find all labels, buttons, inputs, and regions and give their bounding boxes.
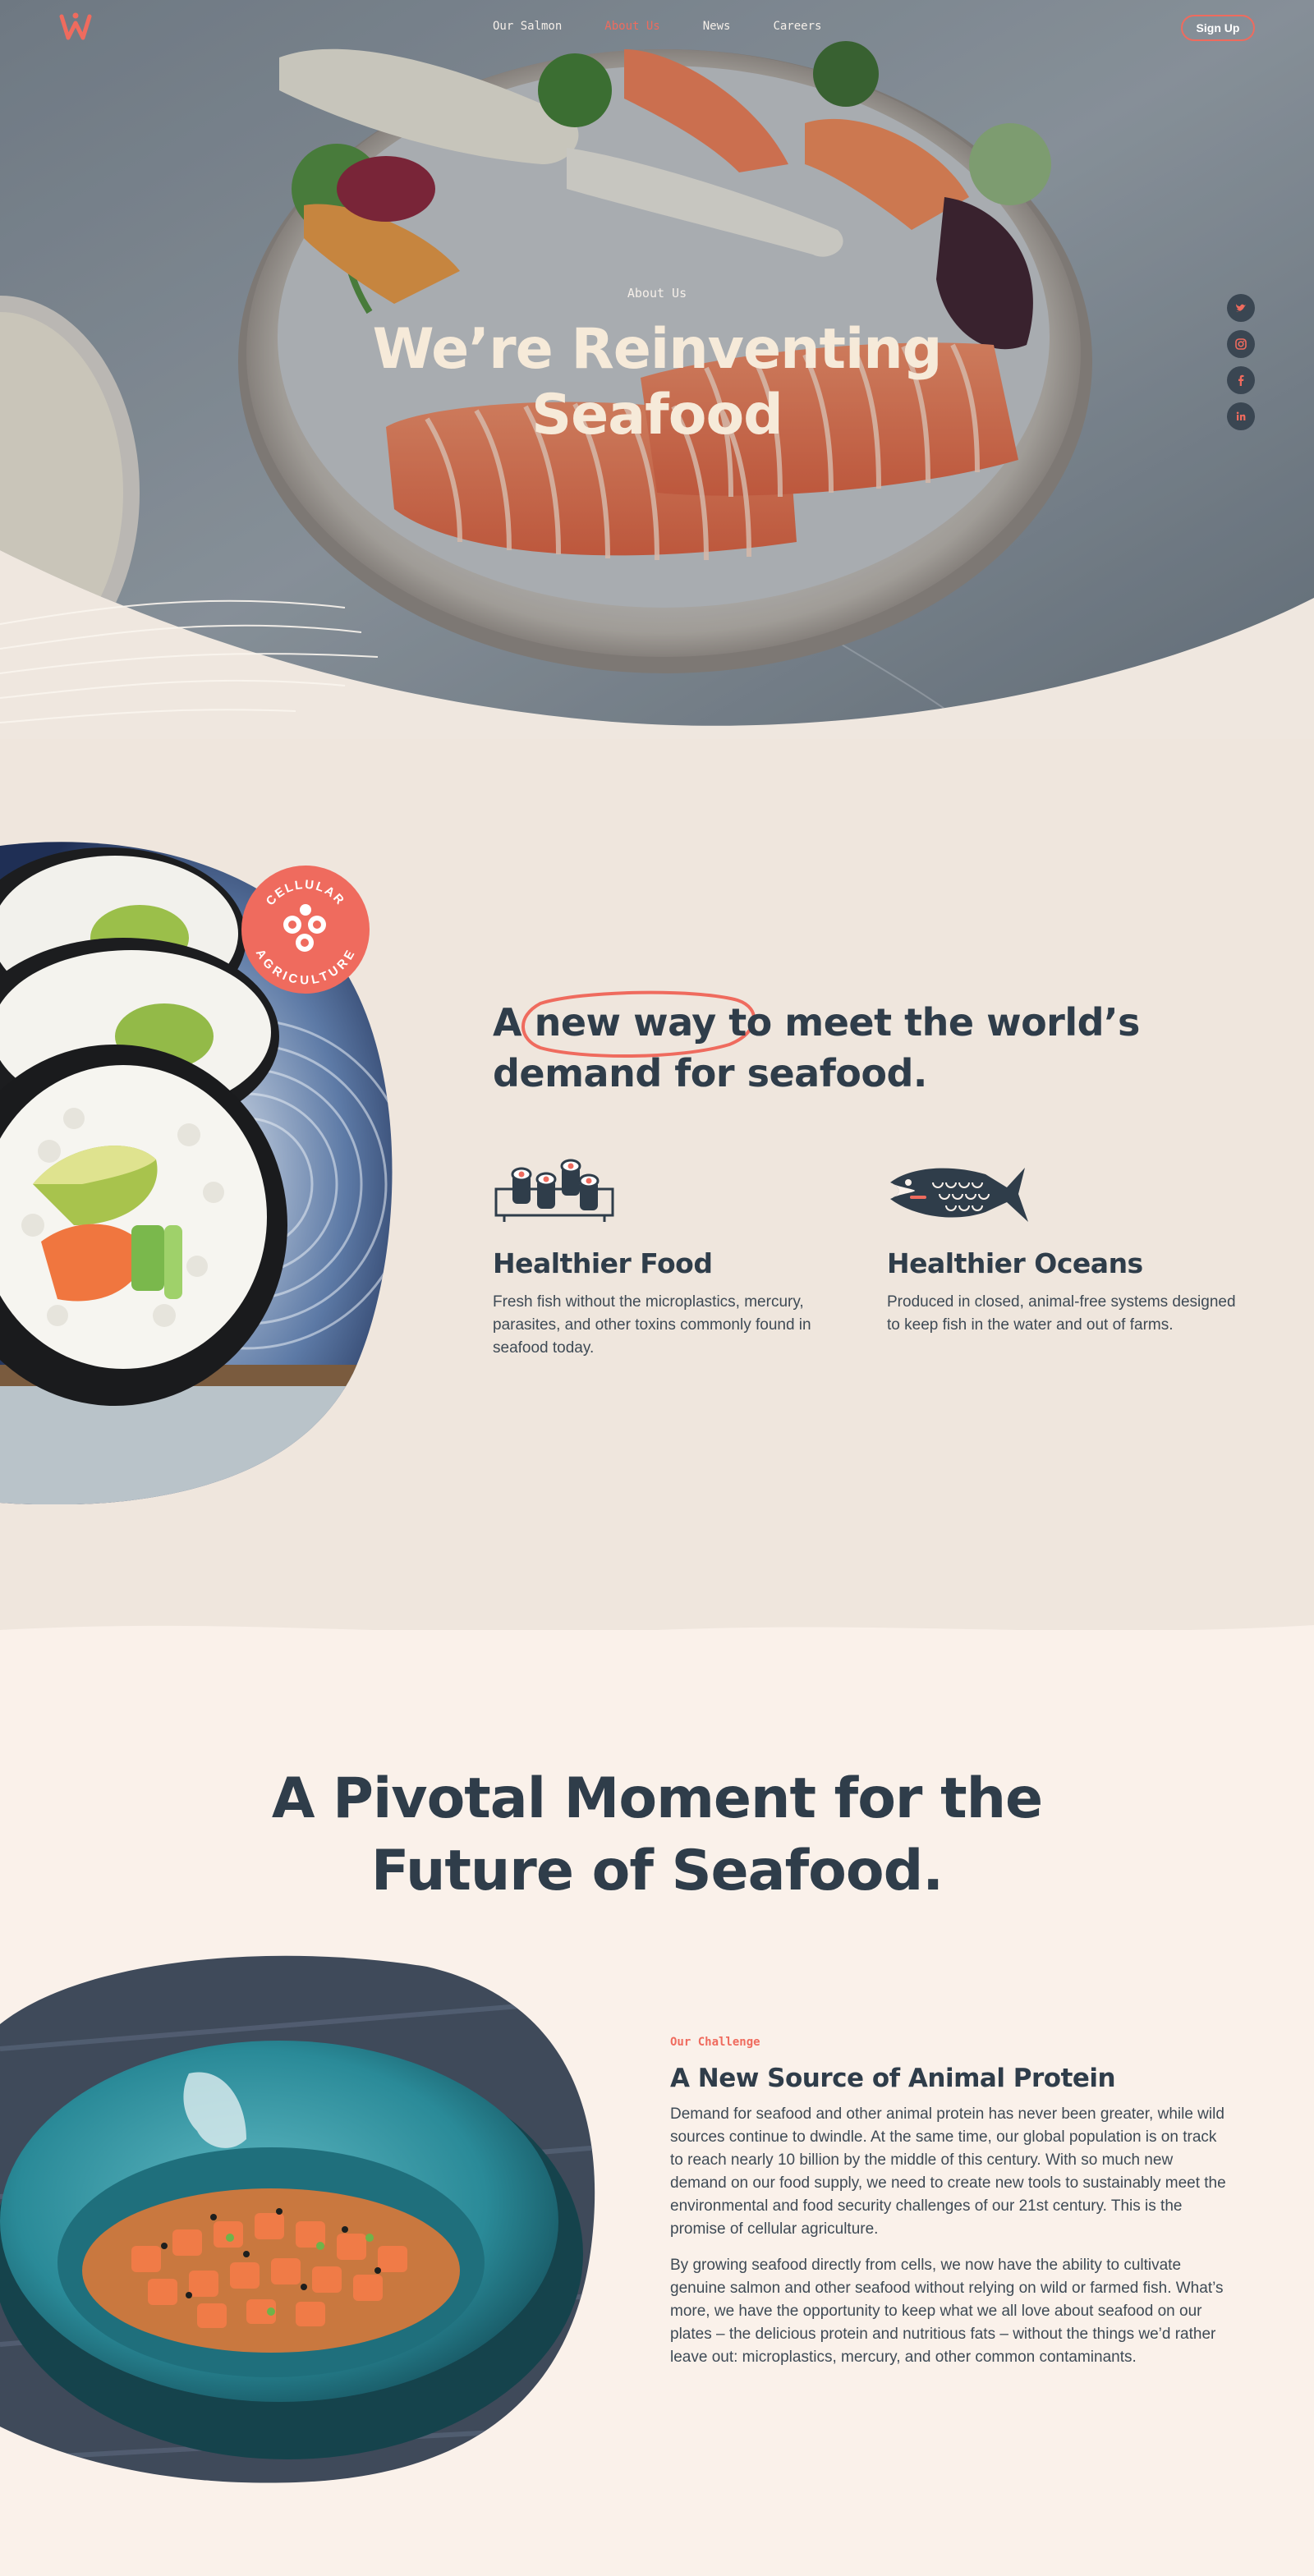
mission-title: A new way to meet the world’s demand for… <box>493 1000 1140 1095</box>
feature-title: Healthier Food <box>493 1247 713 1279</box>
poke-bowl-image <box>0 1955 595 2483</box>
challenge-eyebrow: Our Challenge <box>670 2036 760 2049</box>
hero-title: We’re Reinventing Seafood <box>372 317 943 448</box>
sign-up-button[interactable]: Sign Up <box>1181 15 1255 41</box>
challenge-block: Our Challenge A New Source of Animal Pro… <box>670 2036 1229 2369</box>
feature-healthier-oceans: Healthier Oceans Produced in closed, ani… <box>887 1158 1248 1337</box>
feature-healthier-food: Healthier Food Fresh fish without the mi… <box>493 1158 854 1360</box>
twitter-icon <box>1236 304 1246 312</box>
nav-links: Our Salmon About Us News Careers <box>493 20 821 33</box>
social-links <box>1227 294 1255 430</box>
challenge-paragraph: Demand for seafood and other animal prot… <box>670 2105 1226 2238</box>
hero-eyebrow: About Us <box>627 286 687 301</box>
nav-link-about-us[interactable]: About Us <box>604 20 659 33</box>
linkedin-link[interactable] <box>1227 402 1255 430</box>
instagram-icon <box>1235 338 1247 350</box>
section-divider-wave <box>0 1625 1314 1645</box>
mission-section: CELLULAR AGRICULTURE A new way to meet t… <box>0 739 1314 1630</box>
nav-link-news[interactable]: News <box>703 20 731 33</box>
feature-text: Fresh fish without the microplastics, me… <box>493 1293 811 1357</box>
nav-link-careers[interactable]: Careers <box>773 20 821 33</box>
sushi-plate-icon <box>494 1159 614 1222</box>
instagram-link[interactable] <box>1227 330 1255 358</box>
hero-section: Our Salmon About Us News Careers Sign Up… <box>0 0 1314 739</box>
top-navigation: Our Salmon About Us News Careers Sign Up <box>0 0 1314 54</box>
challenge-heading: A New Source of Animal Protein <box>670 2064 1116 2093</box>
facebook-link[interactable] <box>1227 366 1255 394</box>
cellular-agriculture-badge: CELLULAR AGRICULTURE <box>241 866 370 994</box>
feature-title: Healthier Oceans <box>887 1247 1143 1279</box>
feature-text: Produced in closed, animal-free systems … <box>887 1293 1236 1334</box>
pivotal-section: A Pivotal Moment for the Future of Seafo… <box>0 1625 1314 2576</box>
fish-icon <box>890 1168 1028 1222</box>
twitter-link[interactable] <box>1227 294 1255 322</box>
nav-link-our-salmon[interactable]: Our Salmon <box>493 20 562 33</box>
brand-logo[interactable] <box>59 11 92 41</box>
facebook-icon <box>1238 374 1244 386</box>
linkedin-icon <box>1236 411 1246 420</box>
challenge-paragraph: By growing seafood directly from cells, … <box>670 2257 1224 2366</box>
pivotal-title: A Pivotal Moment for the Future of Seafo… <box>271 1766 1043 1903</box>
